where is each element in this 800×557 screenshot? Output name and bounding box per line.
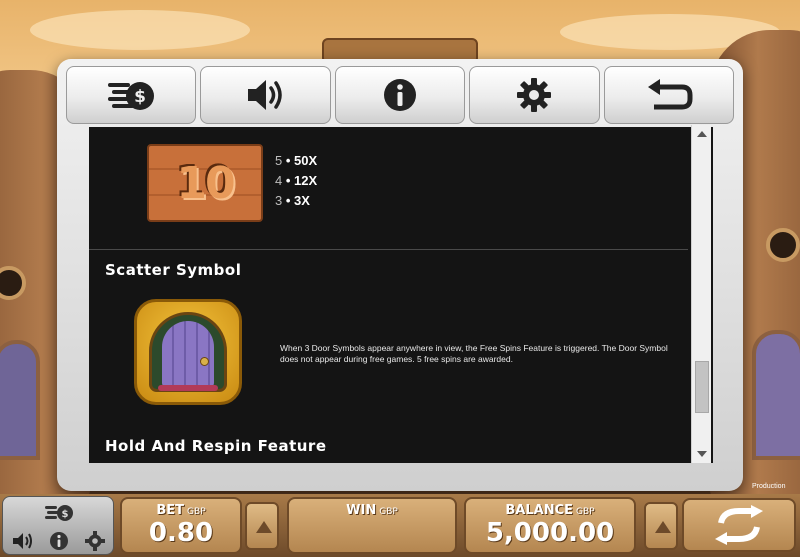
scroll-down-arrow[interactable]: [697, 451, 707, 457]
hold-respin-heading: Hold And Respin Feature: [105, 437, 327, 455]
win-label: WIN GBP: [289, 503, 455, 518]
bet-increase-button[interactable]: [245, 502, 279, 550]
win-currency: GBP: [379, 507, 398, 517]
gear-icon: [517, 78, 552, 112]
payout-multiplier: • 12X: [285, 173, 318, 188]
back-button[interactable]: [603, 66, 735, 124]
background-door: [752, 330, 800, 460]
background-window: [766, 228, 800, 262]
return-arrow-icon: [647, 79, 693, 110]
scrollbar-thumb[interactable]: [695, 361, 709, 413]
door-symbol-icon: [134, 299, 242, 405]
ten-symbol-label: 10: [176, 157, 235, 209]
settings-button[interactable]: [469, 66, 600, 124]
scatter-description: When 3 Door Symbols appear anywhere in v…: [280, 343, 668, 364]
paytable-content[interactable]: 10 5 • 50X 4 • 12X 3 • 3X Scatter Symbol…: [89, 127, 713, 463]
ten-symbol: 10: [147, 144, 263, 222]
scatter-heading: Scatter Symbol: [105, 261, 242, 279]
paytable-panel: $ 10 5 • 50X 4 • 12X 3 • 3X Scatter Symb…: [57, 59, 743, 491]
brand-suffix: Production: [752, 483, 786, 490]
scroll-up-arrow[interactable]: [697, 131, 707, 137]
speaker-icon: [247, 80, 282, 110]
mini-stake-button[interactable]: $: [43, 501, 75, 525]
section-divider: [89, 249, 688, 250]
sound-button[interactable]: [200, 66, 331, 124]
bet-display: BET GBP 0.80: [120, 497, 242, 554]
door-panel: [162, 321, 214, 387]
balance-label: BALANCE GBP: [466, 503, 634, 518]
bet-value: 0.80: [148, 518, 214, 548]
payout-row: 4 • 12X: [275, 171, 317, 191]
payout-row: 5 • 50X: [275, 151, 317, 171]
spin-button[interactable]: [682, 498, 796, 552]
ten-symbol-payouts: 5 • 50X 4 • 12X 3 • 3X: [275, 151, 317, 211]
payout-multiplier: • 3X: [285, 193, 310, 208]
balance-label-text: BALANCE: [505, 503, 574, 518]
payout-multiplier: • 50X: [285, 153, 318, 168]
up-arrow-icon: [655, 521, 671, 533]
paytable-toolbar: $: [66, 66, 735, 124]
svg-text:$: $: [62, 509, 69, 520]
up-arrow-icon: [256, 521, 272, 533]
bet-label-text: BET: [156, 503, 185, 518]
info-icon: [50, 532, 68, 550]
game-bottom-bar: $ BET GBP 0.80 WIN GBP BALANCE GBP 5,000…: [0, 494, 800, 557]
mini-control-panel: $: [2, 496, 114, 555]
payout-count: 3: [275, 193, 283, 208]
payout-count: 4: [275, 173, 283, 188]
win-display: WIN GBP: [287, 497, 457, 554]
bet-label: BET GBP: [122, 503, 240, 518]
background-cloud: [30, 10, 250, 50]
mini-sound-button[interactable]: [7, 529, 39, 553]
autoplay-up-button[interactable]: [644, 502, 678, 550]
svg-text:$: $: [134, 87, 146, 107]
door-knob: [200, 357, 209, 366]
mini-info-button[interactable]: [43, 529, 75, 553]
speaker-icon: [13, 533, 32, 549]
background-door: [0, 340, 40, 460]
payout-count: 5: [275, 153, 283, 168]
payout-row: 3 • 3X: [275, 191, 317, 211]
balance-currency: GBP: [576, 507, 595, 517]
win-label-text: WIN: [346, 503, 377, 518]
coins-stack-icon: $: [45, 505, 73, 521]
door-mat: [158, 385, 218, 391]
door-arch: [149, 312, 227, 392]
balance-value: 5,000.00: [485, 518, 615, 548]
coins-stack-icon: $: [108, 82, 155, 110]
info-button[interactable]: [334, 66, 466, 124]
brand-label: Production: [752, 483, 785, 490]
bet-currency: GBP: [187, 507, 206, 517]
balance-display: BALANCE GBP 5,000.00: [464, 497, 636, 554]
mini-settings-button[interactable]: [79, 529, 111, 553]
scrollbar[interactable]: [691, 125, 711, 463]
info-icon: [384, 79, 417, 111]
spin-arrows-icon: [715, 505, 763, 545]
paytable-stake-button[interactable]: $: [66, 66, 197, 124]
gear-icon: [85, 531, 105, 551]
